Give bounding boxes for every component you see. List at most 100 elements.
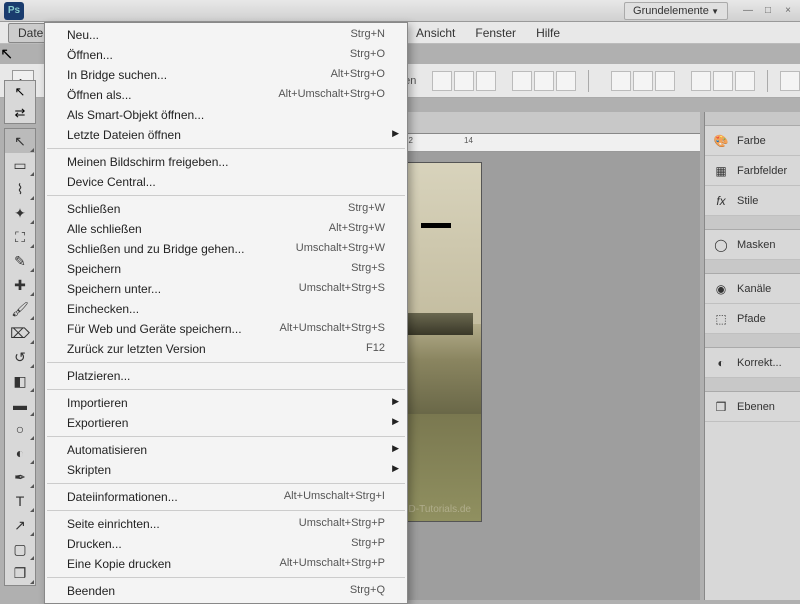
layers-icon: ❒	[713, 399, 729, 415]
menu-item[interactable]: Exportieren▶	[45, 413, 407, 433]
menu-item-shortcut: Alt+Umschalt+Strg+O	[278, 88, 385, 102]
wand-tool[interactable]: ✦	[5, 201, 35, 225]
menu-item[interactable]: Speichern unter...Umschalt+Strg+S	[45, 279, 407, 299]
menu-item[interactable]: SpeichernStrg+S	[45, 259, 407, 279]
menu-item[interactable]: Öffnen... Strg+O	[45, 45, 407, 65]
blur-tool[interactable]: ○	[5, 417, 35, 441]
menu-item[interactable]: Importieren▶	[45, 393, 407, 413]
menu-item[interactable]: Device Central...	[45, 172, 407, 192]
align-hcenter-icon[interactable]	[534, 71, 554, 91]
menu-item-label: Öffnen...	[67, 48, 113, 62]
menu-item[interactable]: Alle schließenAlt+Strg+W	[45, 219, 407, 239]
dist-left-icon[interactable]	[691, 71, 711, 91]
align-bottom-icon[interactable]	[476, 71, 496, 91]
menu-item[interactable]: Öffnen als... Alt+Umschalt+Strg+O	[45, 85, 407, 105]
brush-tool[interactable]: 🖌	[5, 297, 35, 321]
menu-item-shortcut: Alt+Strg+W	[329, 222, 385, 236]
menu-item[interactable]: Neu...Strg+N	[45, 25, 407, 45]
menu-item[interactable]: SchließenStrg+W	[45, 199, 407, 219]
submenu-arrow-icon: ▶	[392, 128, 399, 139]
menu-item-label: Schließen und zu Bridge gehen...	[67, 242, 244, 256]
eraser-tool[interactable]: ◧	[5, 369, 35, 393]
menu-item[interactable]: Skripten▶	[45, 460, 407, 480]
menu-ansicht[interactable]: Ansicht	[406, 23, 465, 43]
dist-hcenter-icon[interactable]	[713, 71, 733, 91]
panel-dock: 🎨Farbe ▦Farbfelder fxStile ◯Masken ◉Kanä…	[704, 112, 800, 600]
submenu-arrow-icon: ▶	[392, 443, 399, 454]
menu-item[interactable]: BeendenStrg+Q	[45, 581, 407, 601]
menu-item-label: Speichern unter...	[67, 282, 161, 296]
menu-hilfe[interactable]: Hilfe	[526, 23, 570, 43]
menu-item-shortcut: Strg+O	[350, 48, 385, 62]
minimize-button[interactable]: —	[740, 4, 756, 18]
gradient-tool[interactable]: ▬	[5, 393, 35, 417]
menu-item-label: Eine Kopie drucken	[67, 557, 171, 571]
3d-tool[interactable]: ❐	[5, 561, 35, 585]
move-tool[interactable]: ↖	[5, 129, 35, 153]
workspace-switcher[interactable]: Grundelemente	[624, 2, 728, 20]
align-vcenter-icon[interactable]	[454, 71, 474, 91]
panel-kanaele[interactable]: ◉Kanäle	[705, 274, 800, 304]
menu-item[interactable]: Seite einrichten... Umschalt+Strg+P	[45, 514, 407, 534]
menu-item[interactable]: Automatisieren▶	[45, 440, 407, 460]
menu-item-label: Als Smart-Objekt öffnen...	[67, 108, 204, 122]
move-tool-icon[interactable]: ↖	[5, 81, 35, 102]
menu-item-label: Seite einrichten...	[67, 517, 160, 531]
panel-stile[interactable]: fxStile	[705, 186, 800, 216]
swap-icon[interactable]: ⇄	[5, 102, 35, 123]
menu-item[interactable]: Meinen Bildschirm freigeben...	[45, 152, 407, 172]
menu-item-label: Device Central...	[67, 175, 156, 189]
crop-tool[interactable]: ⛶	[5, 225, 35, 249]
menu-item[interactable]: Drucken...Strg+P	[45, 534, 407, 554]
menu-item[interactable]: Zurück zur letzten VersionF12	[45, 339, 407, 359]
align-left-icon[interactable]	[512, 71, 532, 91]
marquee-tool[interactable]: ▭	[5, 153, 35, 177]
close-button[interactable]: ×	[780, 4, 796, 18]
menu-item-shortcut: F12	[366, 342, 385, 356]
menu-item-shortcut: Umschalt+Strg+P	[299, 517, 385, 531]
menu-item[interactable]: Platzieren...	[45, 366, 407, 386]
menu-item-label: Einchecken...	[67, 302, 139, 316]
channels-icon: ◉	[713, 281, 729, 297]
stamp-tool[interactable]: ⌦	[5, 321, 35, 345]
panel-farbe[interactable]: 🎨Farbe	[705, 126, 800, 156]
panel-ebenen[interactable]: ❒Ebenen	[705, 392, 800, 422]
adjust-icon: ◐	[713, 355, 729, 371]
menu-item[interactable]: Dateiinformationen...Alt+Umschalt+Strg+I	[45, 487, 407, 507]
menu-item-label: Öffnen als...	[67, 88, 131, 102]
align-right-icon[interactable]	[556, 71, 576, 91]
menu-item[interactable]: Letzte Dateien öffnen ▶	[45, 125, 407, 145]
submenu-arrow-icon: ▶	[392, 463, 399, 474]
history-brush-tool[interactable]: ↺	[5, 345, 35, 369]
menu-item[interactable]: Einchecken...	[45, 299, 407, 319]
lasso-tool[interactable]: ⌇	[5, 177, 35, 201]
menu-item[interactable]: Für Web und Geräte speichern...Alt+Umsch…	[45, 319, 407, 339]
align-top-icon[interactable]	[432, 71, 452, 91]
dist-vcenter-icon[interactable]	[633, 71, 653, 91]
pen-tool[interactable]: ✒	[5, 465, 35, 489]
align-group-2	[512, 71, 576, 91]
auto-align-icon[interactable]	[780, 71, 800, 91]
menu-item[interactable]: In Bridge suchen...Alt+Strg+O	[45, 65, 407, 85]
menu-item[interactable]: Als Smart-Objekt öffnen...	[45, 105, 407, 125]
panel-pfade[interactable]: ⬚Pfade	[705, 304, 800, 334]
toolbox-header: ↖ ⇄	[4, 80, 36, 124]
dist-right-icon[interactable]	[735, 71, 755, 91]
dist-top-icon[interactable]	[611, 71, 631, 91]
dodge-tool[interactable]: ◐	[5, 441, 35, 465]
panel-farbfelder[interactable]: ▦Farbfelder	[705, 156, 800, 186]
menu-item[interactable]: Schließen und zu Bridge gehen...Umschalt…	[45, 239, 407, 259]
panel-masken[interactable]: ◯Masken	[705, 230, 800, 260]
eyedropper-tool[interactable]: ✎	[5, 249, 35, 273]
distribute-group-2	[691, 71, 755, 91]
menu-item[interactable]: Eine Kopie druckenAlt+Umschalt+Strg+P	[45, 554, 407, 574]
panel-korrekturen[interactable]: ◐Korrekt...	[705, 348, 800, 378]
menu-item-label: Letzte Dateien öffnen	[67, 128, 181, 142]
maximize-button[interactable]: □	[760, 4, 776, 18]
type-tool[interactable]: T	[5, 489, 35, 513]
path-tool[interactable]: ↗	[5, 513, 35, 537]
dist-bottom-icon[interactable]	[655, 71, 675, 91]
heal-tool[interactable]: ✚	[5, 273, 35, 297]
shape-tool[interactable]: ▢	[5, 537, 35, 561]
menu-fenster[interactable]: Fenster	[465, 23, 526, 43]
